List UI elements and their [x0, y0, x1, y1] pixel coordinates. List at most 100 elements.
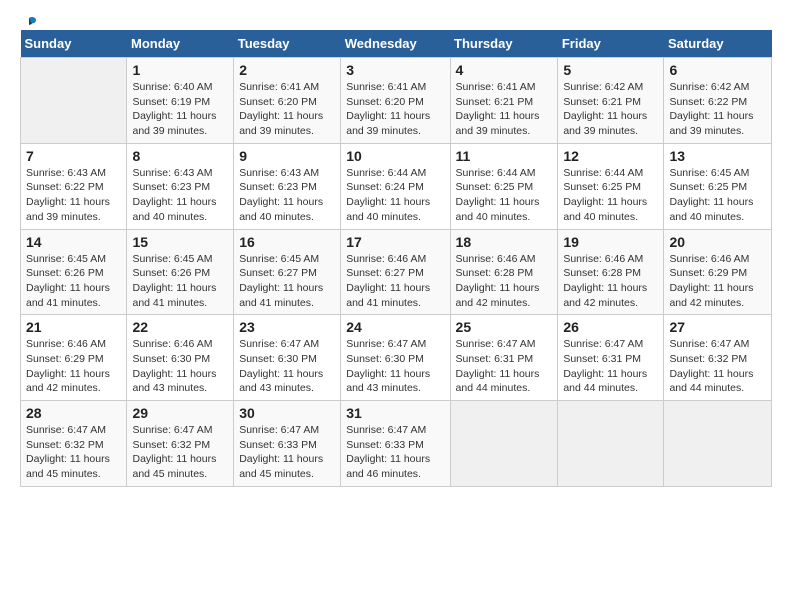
day-number: 18: [456, 234, 553, 250]
calendar-cell: 14 Sunrise: 6:45 AMSunset: 6:26 PMDayligh…: [21, 229, 127, 315]
day-info: Sunrise: 6:47 AMSunset: 6:32 PMDaylight:…: [26, 423, 121, 482]
day-number: 19: [563, 234, 658, 250]
day-info: Sunrise: 6:47 AMSunset: 6:32 PMDaylight:…: [132, 423, 228, 482]
calendar-cell: 10 Sunrise: 6:44 AMSunset: 6:24 PMDayligh…: [341, 143, 450, 229]
calendar-cell: 23 Sunrise: 6:47 AMSunset: 6:30 PMDayligh…: [234, 315, 341, 401]
day-number: 14: [26, 234, 121, 250]
week-row-5: 28 Sunrise: 6:47 AMSunset: 6:32 PMDayligh…: [21, 401, 772, 487]
day-info: Sunrise: 6:45 AMSunset: 6:26 PMDaylight:…: [132, 252, 228, 311]
header-wednesday: Wednesday: [341, 30, 450, 58]
week-row-3: 14 Sunrise: 6:45 AMSunset: 6:26 PMDayligh…: [21, 229, 772, 315]
calendar-cell: 18Sunrise: 6:46 AMSunset: 6:28 PMDayligh…: [450, 229, 558, 315]
calendar-cell: [664, 401, 772, 487]
calendar-cell: 7 Sunrise: 6:43 AMSunset: 6:22 PMDaylight…: [21, 143, 127, 229]
day-number: 10: [346, 148, 444, 164]
day-number: 31: [346, 405, 444, 421]
day-info: Sunrise: 6:45 AMSunset: 6:25 PMDaylight:…: [669, 166, 766, 225]
day-info: Sunrise: 6:45 AMSunset: 6:27 PMDaylight:…: [239, 252, 335, 311]
day-info: Sunrise: 6:47 AMSunset: 6:31 PMDaylight:…: [563, 337, 658, 396]
calendar-cell: 29 Sunrise: 6:47 AMSunset: 6:32 PMDayligh…: [127, 401, 234, 487]
day-info: Sunrise: 6:46 AMSunset: 6:27 PMDaylight:…: [346, 252, 444, 311]
calendar-cell: 22 Sunrise: 6:46 AMSunset: 6:30 PMDayligh…: [127, 315, 234, 401]
calendar-cell: 21 Sunrise: 6:46 AMSunset: 6:29 PMDayligh…: [21, 315, 127, 401]
calendar-header-row: SundayMondayTuesdayWednesdayThursdayFrid…: [21, 30, 772, 58]
day-number: 23: [239, 319, 335, 335]
calendar-cell: 28 Sunrise: 6:47 AMSunset: 6:32 PMDayligh…: [21, 401, 127, 487]
day-number: 4: [456, 62, 553, 78]
day-number: 29: [132, 405, 228, 421]
day-number: 13: [669, 148, 766, 164]
header-saturday: Saturday: [664, 30, 772, 58]
day-info: Sunrise: 6:47 AMSunset: 6:33 PMDaylight:…: [346, 423, 444, 482]
day-number: 24: [346, 319, 444, 335]
day-number: 6: [669, 62, 766, 78]
calendar-cell: 16 Sunrise: 6:45 AMSunset: 6:27 PMDayligh…: [234, 229, 341, 315]
calendar-cell: 17 Sunrise: 6:46 AMSunset: 6:27 PMDayligh…: [341, 229, 450, 315]
day-number: 2: [239, 62, 335, 78]
day-info: Sunrise: 6:42 AMSunset: 6:22 PMDaylight:…: [669, 80, 766, 139]
day-info: Sunrise: 6:41 AMSunset: 6:21 PMDaylight:…: [456, 80, 553, 139]
calendar-cell: 1 Sunrise: 6:40 AMSunset: 6:19 PMDaylight…: [127, 58, 234, 144]
day-number: 28: [26, 405, 121, 421]
day-info: Sunrise: 6:46 AMSunset: 6:30 PMDaylight:…: [132, 337, 228, 396]
day-number: 7: [26, 148, 121, 164]
day-number: 5: [563, 62, 658, 78]
header-monday: Monday: [127, 30, 234, 58]
day-number: 1: [132, 62, 228, 78]
calendar-cell: 11Sunrise: 6:44 AMSunset: 6:25 PMDayligh…: [450, 143, 558, 229]
calendar-table: SundayMondayTuesdayWednesdayThursdayFrid…: [20, 30, 772, 487]
day-info: Sunrise: 6:43 AMSunset: 6:23 PMDaylight:…: [239, 166, 335, 225]
day-number: 9: [239, 148, 335, 164]
calendar-cell: 2 Sunrise: 6:41 AMSunset: 6:20 PMDaylight…: [234, 58, 341, 144]
header-friday: Friday: [558, 30, 664, 58]
day-number: 20: [669, 234, 766, 250]
day-info: Sunrise: 6:46 AMSunset: 6:28 PMDaylight:…: [563, 252, 658, 311]
calendar-cell: 30 Sunrise: 6:47 AMSunset: 6:33 PMDayligh…: [234, 401, 341, 487]
day-number: 17: [346, 234, 444, 250]
day-number: 30: [239, 405, 335, 421]
calendar-cell: 19 Sunrise: 6:46 AMSunset: 6:28 PMDayligh…: [558, 229, 664, 315]
day-number: 11: [456, 148, 553, 164]
day-info: Sunrise: 6:44 AMSunset: 6:25 PMDaylight:…: [563, 166, 658, 225]
calendar-cell: 15 Sunrise: 6:45 AMSunset: 6:26 PMDayligh…: [127, 229, 234, 315]
day-info: Sunrise: 6:44 AMSunset: 6:24 PMDaylight:…: [346, 166, 444, 225]
calendar-cell: 25Sunrise: 6:47 AMSunset: 6:31 PMDayligh…: [450, 315, 558, 401]
week-row-1: 1 Sunrise: 6:40 AMSunset: 6:19 PMDaylight…: [21, 58, 772, 144]
day-number: 15: [132, 234, 228, 250]
day-info: Sunrise: 6:47 AMSunset: 6:30 PMDaylight:…: [239, 337, 335, 396]
day-info: Sunrise: 6:43 AMSunset: 6:23 PMDaylight:…: [132, 166, 228, 225]
day-info: Sunrise: 6:42 AMSunset: 6:21 PMDaylight:…: [563, 80, 658, 139]
day-number: 8: [132, 148, 228, 164]
day-info: Sunrise: 6:41 AMSunset: 6:20 PMDaylight:…: [346, 80, 444, 139]
calendar-cell: 27Sunrise: 6:47 AMSunset: 6:32 PMDayligh…: [664, 315, 772, 401]
day-number: 22: [132, 319, 228, 335]
day-info: Sunrise: 6:47 AMSunset: 6:30 PMDaylight:…: [346, 337, 444, 396]
calendar-cell: 13 Sunrise: 6:45 AMSunset: 6:25 PMDayligh…: [664, 143, 772, 229]
day-number: 16: [239, 234, 335, 250]
day-number: 12: [563, 148, 658, 164]
day-number: 3: [346, 62, 444, 78]
day-number: 27: [669, 319, 766, 335]
day-info: Sunrise: 6:41 AMSunset: 6:20 PMDaylight:…: [239, 80, 335, 139]
day-number: 21: [26, 319, 121, 335]
calendar-cell: 24 Sunrise: 6:47 AMSunset: 6:30 PMDayligh…: [341, 315, 450, 401]
header-sunday: Sunday: [21, 30, 127, 58]
calendar-cell: 4 Sunrise: 6:41 AMSunset: 6:21 PMDaylight…: [450, 58, 558, 144]
calendar-cell: 8 Sunrise: 6:43 AMSunset: 6:23 PMDaylight…: [127, 143, 234, 229]
calendar-cell: 26Sunrise: 6:47 AMSunset: 6:31 PMDayligh…: [558, 315, 664, 401]
header-thursday: Thursday: [450, 30, 558, 58]
day-info: Sunrise: 6:45 AMSunset: 6:26 PMDaylight:…: [26, 252, 121, 311]
calendar-cell: 5 Sunrise: 6:42 AMSunset: 6:21 PMDaylight…: [558, 58, 664, 144]
day-info: Sunrise: 6:43 AMSunset: 6:22 PMDaylight:…: [26, 166, 121, 225]
header-tuesday: Tuesday: [234, 30, 341, 58]
week-row-4: 21 Sunrise: 6:46 AMSunset: 6:29 PMDayligh…: [21, 315, 772, 401]
day-info: Sunrise: 6:47 AMSunset: 6:33 PMDaylight:…: [239, 423, 335, 482]
day-info: Sunrise: 6:40 AMSunset: 6:19 PMDaylight:…: [132, 80, 228, 139]
logo-bird-icon: [20, 16, 38, 34]
day-info: Sunrise: 6:46 AMSunset: 6:29 PMDaylight:…: [26, 337, 121, 396]
calendar-cell: [558, 401, 664, 487]
calendar-cell: 12 Sunrise: 6:44 AMSunset: 6:25 PMDayligh…: [558, 143, 664, 229]
calendar-cell: 6 Sunrise: 6:42 AMSunset: 6:22 PMDaylight…: [664, 58, 772, 144]
day-info: Sunrise: 6:46 AMSunset: 6:29 PMDaylight:…: [669, 252, 766, 311]
calendar-cell: [21, 58, 127, 144]
